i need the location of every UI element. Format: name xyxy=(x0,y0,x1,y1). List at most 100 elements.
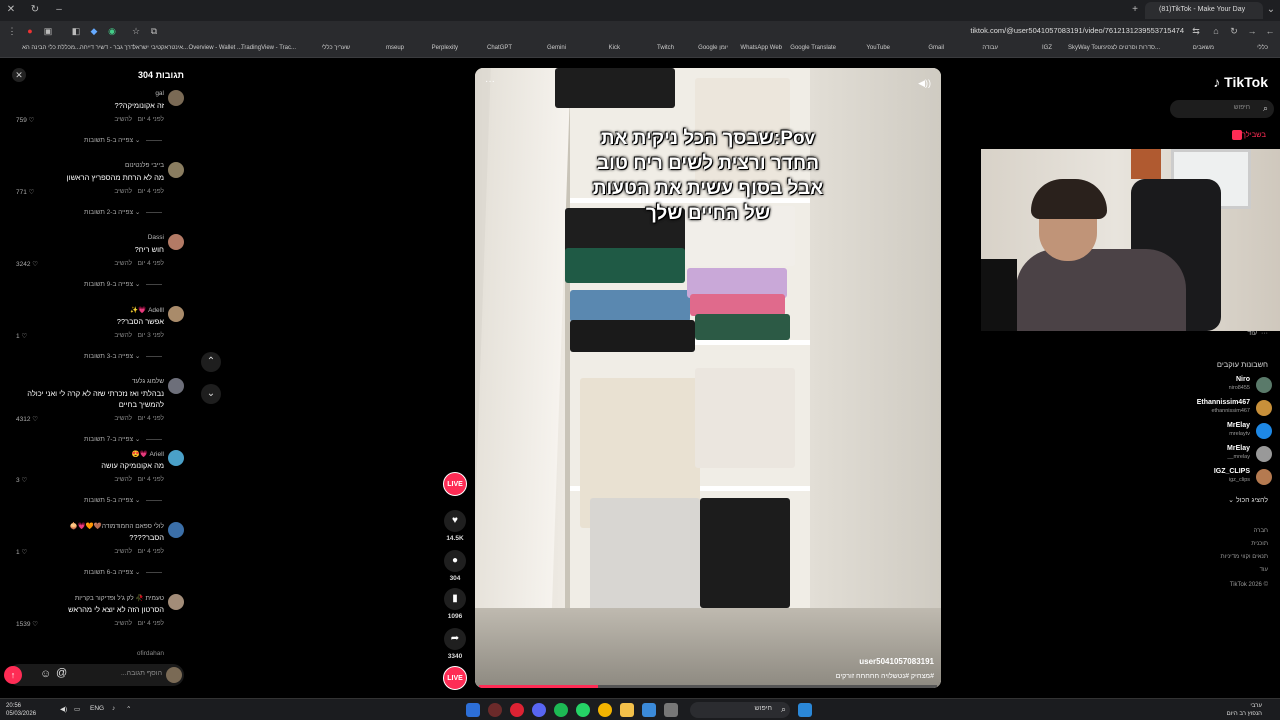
comment-user[interactable]: Ariell 💗😍 xyxy=(132,450,164,458)
app-icon-2[interactable] xyxy=(510,703,524,717)
comment-like[interactable]: 3 ♡ xyxy=(16,476,27,484)
extension-icon-2[interactable]: ▣ xyxy=(42,25,54,37)
tray-expand-icon[interactable]: ⌃ xyxy=(126,705,131,713)
nav-more[interactable]: ··· עוד xyxy=(1247,330,1268,337)
volume-tray-icon[interactable]: ◀) xyxy=(60,705,67,713)
reload-icon[interactable]: ↻ xyxy=(1228,25,1240,37)
search-icon[interactable]: ⌕ xyxy=(1263,103,1268,114)
live-button-2[interactable]: LIVE xyxy=(440,666,470,690)
send-icon[interactable]: ↑ xyxy=(4,666,22,684)
comment-like[interactable]: 1 ♡ xyxy=(16,332,27,340)
start-button-icon[interactable] xyxy=(798,703,812,717)
comment-avatar[interactable] xyxy=(168,306,184,322)
view-replies[interactable]: ⌄ צפייה ב-5 תשובות xyxy=(84,496,163,504)
share-button[interactable]: ➦ 3340 xyxy=(440,628,470,660)
comment-button[interactable]: ● 304 xyxy=(440,550,470,582)
bookmark-item[interactable]: מכללת כלי הבינה הא... xyxy=(22,45,80,51)
app-icon-3[interactable] xyxy=(664,703,678,717)
comment-user[interactable]: שלמוג גלעד xyxy=(132,378,164,385)
bookmark-item[interactable]: Twitch xyxy=(657,45,674,51)
comment-like[interactable]: 1539 ♡ xyxy=(16,620,38,628)
minimize-icon[interactable]: – xyxy=(52,3,66,17)
steam-app-icon[interactable] xyxy=(466,703,480,717)
bookmark-item[interactable]: Google Translate xyxy=(790,45,836,51)
reply-link[interactable]: להשיב xyxy=(114,476,132,483)
bookmark-item[interactable]: כללי xyxy=(1257,45,1268,51)
tab-list-icon[interactable]: ⌄ xyxy=(1264,3,1278,17)
discord-app-icon[interactable] xyxy=(532,703,546,717)
following-account[interactable]: Ethannissim467 ethannissim467 xyxy=(1152,399,1272,419)
show-all-link[interactable]: להציג הכול ⌄ xyxy=(1228,496,1268,504)
emoji-icon[interactable]: ☺ xyxy=(40,668,51,680)
bookmark-item[interactable]: אינטראקטיבי ישראל... xyxy=(133,45,188,51)
whatsapp-app-icon[interactable] xyxy=(576,703,590,717)
mention-icon[interactable]: @ xyxy=(56,667,67,679)
taskbar-clock[interactable]: 20:56 05/03/2026 xyxy=(6,702,36,718)
active-tab[interactable]: (81)TikTok - Make Your Day xyxy=(1145,2,1263,19)
reply-link[interactable]: להשיב xyxy=(114,620,132,627)
bookmark-item[interactable]: IGZ xyxy=(1042,45,1052,51)
extension-icon-3[interactable]: ◧ xyxy=(70,25,82,37)
comment-user[interactable]: Adelll 💗✨ xyxy=(130,306,164,314)
video-progress-bar[interactable] xyxy=(479,685,937,688)
reply-link[interactable]: להשיב xyxy=(114,188,132,195)
comment-avatar[interactable] xyxy=(168,90,184,106)
reply-link[interactable]: להשיב xyxy=(114,116,132,123)
comment-like[interactable]: 771 ♡ xyxy=(16,188,35,196)
bookmark-item[interactable]: Google יומן xyxy=(698,45,728,51)
bookmark-item[interactable]: Overview - Wallet ... xyxy=(189,45,242,51)
save-button[interactable]: ▮ 1096 xyxy=(440,588,470,620)
comment-like[interactable]: 759 ♡ xyxy=(16,116,35,124)
file-explorer-icon[interactable] xyxy=(620,703,634,717)
chrome-app-icon[interactable] xyxy=(598,703,612,717)
comment-input[interactable]: ↑ ☺ @ הוסף תגובה... xyxy=(4,664,184,686)
store-app-icon[interactable] xyxy=(642,703,656,717)
comment-avatar[interactable] xyxy=(168,522,184,538)
extension-icon-4[interactable]: ◆ xyxy=(88,25,100,37)
back-icon[interactable]: ← xyxy=(1264,25,1276,37)
view-replies[interactable]: ⌄ צפייה ב-5 תשובות xyxy=(84,136,163,144)
comment-like[interactable]: 1 ♡ xyxy=(16,548,27,556)
bookmark-item[interactable]: ChatGPT xyxy=(487,45,512,51)
comment-user[interactable]: לולי ספאם החמודמודה🤎🧡💗🧅 xyxy=(69,522,164,530)
comment-avatar[interactable] xyxy=(168,450,184,466)
bookmark-item[interactable]: SkyWay Tours xyxy=(1068,45,1106,51)
mic-tray-icon[interactable]: ♪ xyxy=(112,705,115,712)
reply-link[interactable]: להשיב xyxy=(114,548,132,555)
bookmark-item[interactable]: משאבים xyxy=(1193,45,1214,51)
comment-user[interactable]: gal xyxy=(155,90,164,97)
nav-for-you[interactable]: בשבילך xyxy=(1228,130,1266,141)
close-comments-icon[interactable]: ✕ xyxy=(12,68,26,82)
new-tab-icon[interactable]: + xyxy=(1128,3,1142,17)
comment-user[interactable]: ofirdahan xyxy=(137,650,164,657)
refresh-icon[interactable]: ↻ xyxy=(28,3,42,17)
extension-icon-5[interactable]: ◉ xyxy=(106,25,118,37)
bookmark-item[interactable]: WhatsApp Web xyxy=(740,45,782,51)
close-window-icon[interactable]: ✕ xyxy=(4,3,18,17)
like-button[interactable]: ♥ 14.5K xyxy=(440,510,470,542)
reply-link[interactable]: להשיב xyxy=(114,332,132,339)
bookmark-item[interactable]: Kick xyxy=(609,45,620,51)
live-button[interactable]: LIVE xyxy=(440,472,470,496)
view-replies[interactable]: ⌄ צפייה ב-2 תשובות xyxy=(84,208,163,216)
comment-like[interactable]: 3242 ♡ xyxy=(16,260,38,268)
video-author[interactable]: user5041057083191 xyxy=(859,657,934,666)
bookmark-item[interactable]: YouTube xyxy=(866,45,890,51)
comment-like[interactable]: 4312 ♡ xyxy=(16,415,38,423)
bookmark-item[interactable]: mseup xyxy=(386,45,404,51)
comment-user[interactable]: Dassi xyxy=(148,234,164,241)
volume-icon[interactable]: ◀)) xyxy=(918,78,931,89)
comment-avatar[interactable] xyxy=(168,378,184,394)
following-account[interactable]: Niro niro8455 xyxy=(1152,376,1272,396)
taskbar-search[interactable]: חיפוש ⌕ xyxy=(690,702,790,718)
footer-link[interactable]: עוד xyxy=(1260,567,1268,573)
url-field[interactable]: tiktok.com/@user5041057083191/video/7612… xyxy=(970,26,1184,35)
next-video-button[interactable]: ⌄ xyxy=(201,384,221,404)
reply-link[interactable]: להשיב xyxy=(114,415,132,422)
network-tray-icon[interactable]: ▭ xyxy=(74,705,80,713)
forward-icon[interactable]: → xyxy=(1246,25,1258,37)
bookmark-item[interactable]: Gmail xyxy=(928,45,944,51)
view-replies[interactable]: ⌄ צפייה ב-6 תשובות xyxy=(84,568,163,576)
bookmark-item[interactable]: שעריך כללי xyxy=(322,45,350,51)
footer-link[interactable]: תוכנית xyxy=(1251,541,1268,547)
